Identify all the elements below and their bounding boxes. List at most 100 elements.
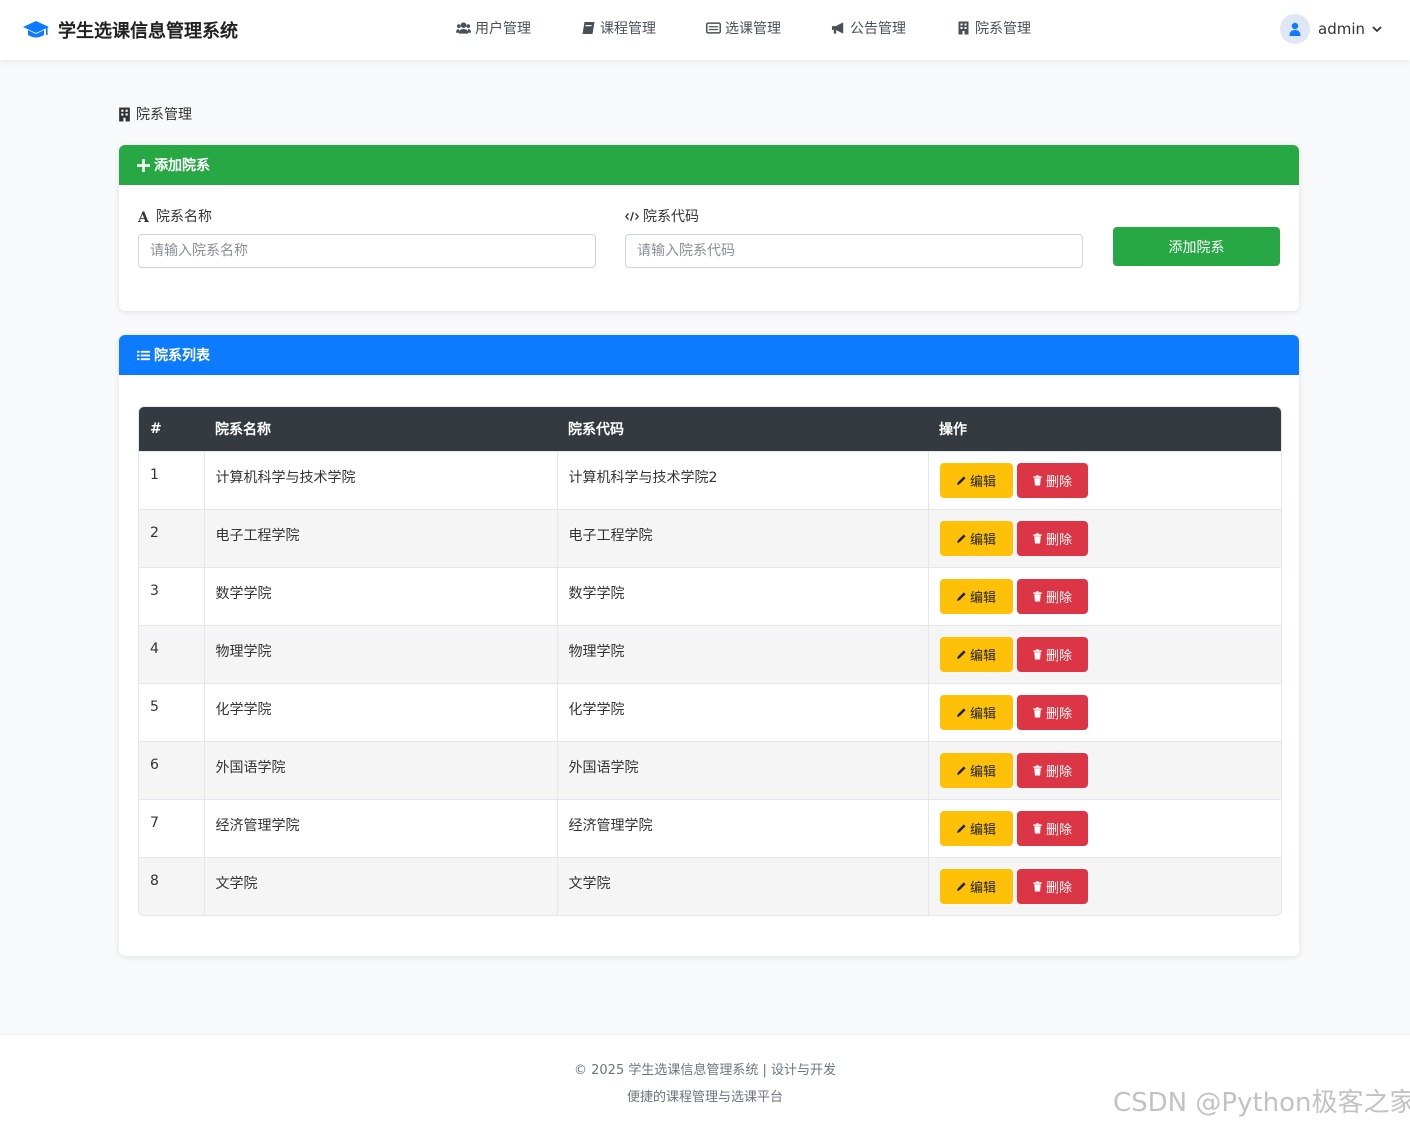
delete-button[interactable]: 删除 bbox=[1016, 868, 1088, 904]
edit-button-label: 编辑 bbox=[969, 764, 996, 780]
trash-icon bbox=[1033, 822, 1042, 834]
top-navbar: 学生选课信息管理系统 用户管理 课程管理 选课管理 公告管理 院系管理 admi… bbox=[0, 0, 1410, 60]
delete-button-label: 删除 bbox=[1045, 706, 1072, 722]
brand-title: 学生选课信息管理系统 bbox=[58, 21, 238, 42]
nav-selections[interactable]: 选课管理 bbox=[706, 18, 781, 38]
department-table-body: 1 计算机科学与技术学院 计算机科学与技术学院2 编辑 删除 2 电子工程学院 电子工程学院编… bbox=[139, 450, 1281, 915]
page-title: 院系管理 bbox=[118, 104, 192, 124]
row-department-name: 化学学院 bbox=[204, 682, 558, 741]
department-list-title: 院系列表 bbox=[154, 348, 210, 364]
nav-departments-label: 院系管理 bbox=[975, 21, 1031, 37]
pencil-icon bbox=[956, 707, 966, 717]
delete-button[interactable]: 删除 bbox=[1016, 578, 1088, 614]
delete-button-label: 删除 bbox=[1045, 532, 1072, 548]
nav-announcements[interactable]: 公告管理 bbox=[831, 18, 906, 38]
trash-icon bbox=[1033, 648, 1042, 660]
table-header-row: # 院系名称 院系代码 操作 bbox=[139, 407, 1281, 451]
pencil-icon bbox=[956, 765, 966, 775]
delete-button-label: 删除 bbox=[1045, 590, 1072, 606]
delete-button-label: 删除 bbox=[1045, 880, 1072, 896]
page-title-text: 院系管理 bbox=[136, 107, 192, 123]
delete-button[interactable]: 删除 bbox=[1016, 462, 1088, 498]
col-department-code: 院系代码 bbox=[568, 421, 624, 438]
department-name-input[interactable] bbox=[138, 234, 596, 268]
edit-button-label: 编辑 bbox=[969, 532, 996, 548]
font-icon: A bbox=[138, 210, 150, 223]
table-row: 1 计算机科学与技术学院 计算机科学与技术学院2 编辑 删除 bbox=[139, 450, 1281, 509]
pencil-icon bbox=[956, 649, 966, 659]
table-row: 7 经济管理学院 经济管理学院 编辑 删除 bbox=[139, 798, 1281, 857]
row-department-code: 物理学院 bbox=[557, 624, 929, 683]
department-code-input[interactable] bbox=[625, 234, 1083, 268]
nav-users-label: 用户管理 bbox=[475, 21, 531, 37]
graduation-cap-icon bbox=[23, 21, 49, 38]
nav-departments[interactable]: 院系管理 bbox=[956, 18, 1031, 38]
edit-button[interactable]: 编辑 bbox=[939, 868, 1013, 904]
delete-button[interactable]: 删除 bbox=[1016, 694, 1088, 730]
add-department-title: 添加院系 bbox=[154, 158, 210, 174]
add-department-card: 添加院系 A 院系名称 院系代码 添加院系 bbox=[119, 145, 1299, 311]
edit-button[interactable]: 编辑 bbox=[939, 752, 1013, 788]
edit-button-label: 编辑 bbox=[969, 648, 996, 664]
department-table: # 院系名称 院系代码 操作 1 计算机科学与技术学院 计算机科学与技术学院2 编辑删… bbox=[139, 407, 1281, 915]
row-index: 4 bbox=[139, 624, 205, 683]
row-department-name: 数学学院 bbox=[204, 566, 558, 625]
pencil-icon bbox=[956, 823, 966, 833]
department-table-wrapper: # 院系名称 院系代码 操作 1 计算机科学与技术学院 计算机科学与技术学院2 编辑删… bbox=[138, 406, 1282, 916]
edit-button-label: 编辑 bbox=[969, 474, 996, 490]
row-index: 1 bbox=[139, 450, 205, 509]
edit-button[interactable]: 编辑 bbox=[939, 636, 1013, 672]
pencil-icon bbox=[956, 533, 966, 543]
building-icon bbox=[958, 21, 969, 35]
delete-button[interactable]: 删除 bbox=[1016, 636, 1088, 672]
nav-announcements-label: 公告管理 bbox=[850, 21, 906, 37]
row-department-code: 文学院 bbox=[557, 856, 929, 915]
table-row: 5 化学学院 化学学院 编辑 删除 bbox=[139, 682, 1281, 741]
department-name-group: A 院系名称 bbox=[138, 207, 596, 268]
bullhorn-icon bbox=[831, 22, 844, 34]
chevron-down-icon bbox=[1372, 26, 1382, 33]
user-menu[interactable]: admin bbox=[1280, 14, 1383, 44]
delete-button[interactable]: 删除 bbox=[1016, 752, 1088, 788]
username: admin bbox=[1318, 20, 1365, 38]
edit-button[interactable]: 编辑 bbox=[939, 462, 1013, 498]
row-department-name: 电子工程学院 bbox=[204, 508, 558, 567]
row-actions: 编辑 删除 bbox=[928, 798, 1281, 857]
edit-button[interactable]: 编辑 bbox=[939, 578, 1013, 614]
plus-icon bbox=[137, 158, 150, 172]
table-row: 8 文学院 文学院 编辑 删除 bbox=[139, 856, 1281, 915]
edit-button-label: 编辑 bbox=[969, 822, 996, 838]
pencil-icon bbox=[956, 881, 966, 891]
avatar bbox=[1280, 14, 1310, 44]
edit-button-label: 编辑 bbox=[969, 706, 996, 722]
department-code-group: 院系代码 bbox=[625, 207, 1083, 268]
col-actions: 操作 bbox=[939, 421, 967, 438]
row-department-name: 物理学院 bbox=[204, 624, 558, 683]
row-department-name: 文学院 bbox=[204, 856, 558, 915]
list-alt-icon bbox=[706, 22, 721, 34]
add-department-button[interactable]: 添加院系 bbox=[1113, 227, 1280, 266]
department-name-label: A 院系名称 bbox=[138, 207, 596, 225]
code-icon bbox=[625, 211, 639, 221]
nav-courses[interactable]: 课程管理 bbox=[581, 18, 656, 38]
row-department-name: 外国语学院 bbox=[204, 740, 558, 799]
edit-button[interactable]: 编辑 bbox=[939, 520, 1013, 556]
building-icon bbox=[119, 107, 130, 121]
edit-button[interactable]: 编辑 bbox=[939, 694, 1013, 730]
row-actions: 编辑 删除 bbox=[928, 508, 1281, 567]
row-department-code: 数学学院 bbox=[557, 566, 929, 625]
trash-icon bbox=[1033, 590, 1042, 602]
delete-button[interactable]: 删除 bbox=[1016, 810, 1088, 846]
row-actions: 编辑 删除 bbox=[928, 624, 1281, 683]
row-index: 5 bbox=[139, 682, 205, 741]
row-actions: 编辑 删除 bbox=[928, 740, 1281, 799]
brand[interactable]: 学生选课信息管理系统 bbox=[22, 16, 238, 44]
edit-button[interactable]: 编辑 bbox=[939, 810, 1013, 846]
department-list-card: 院系列表 # 院系名称 院系代码 操作 1 计算机科学与技术学院 计算机科学与技术学… bbox=[119, 335, 1299, 956]
delete-button[interactable]: 删除 bbox=[1016, 520, 1088, 556]
svg-text:A: A bbox=[138, 210, 150, 223]
nav-users[interactable]: 用户管理 bbox=[456, 18, 531, 38]
row-department-code: 电子工程学院 bbox=[557, 508, 929, 567]
nav-selections-label: 选课管理 bbox=[725, 21, 781, 37]
edit-button-label: 编辑 bbox=[969, 880, 996, 896]
